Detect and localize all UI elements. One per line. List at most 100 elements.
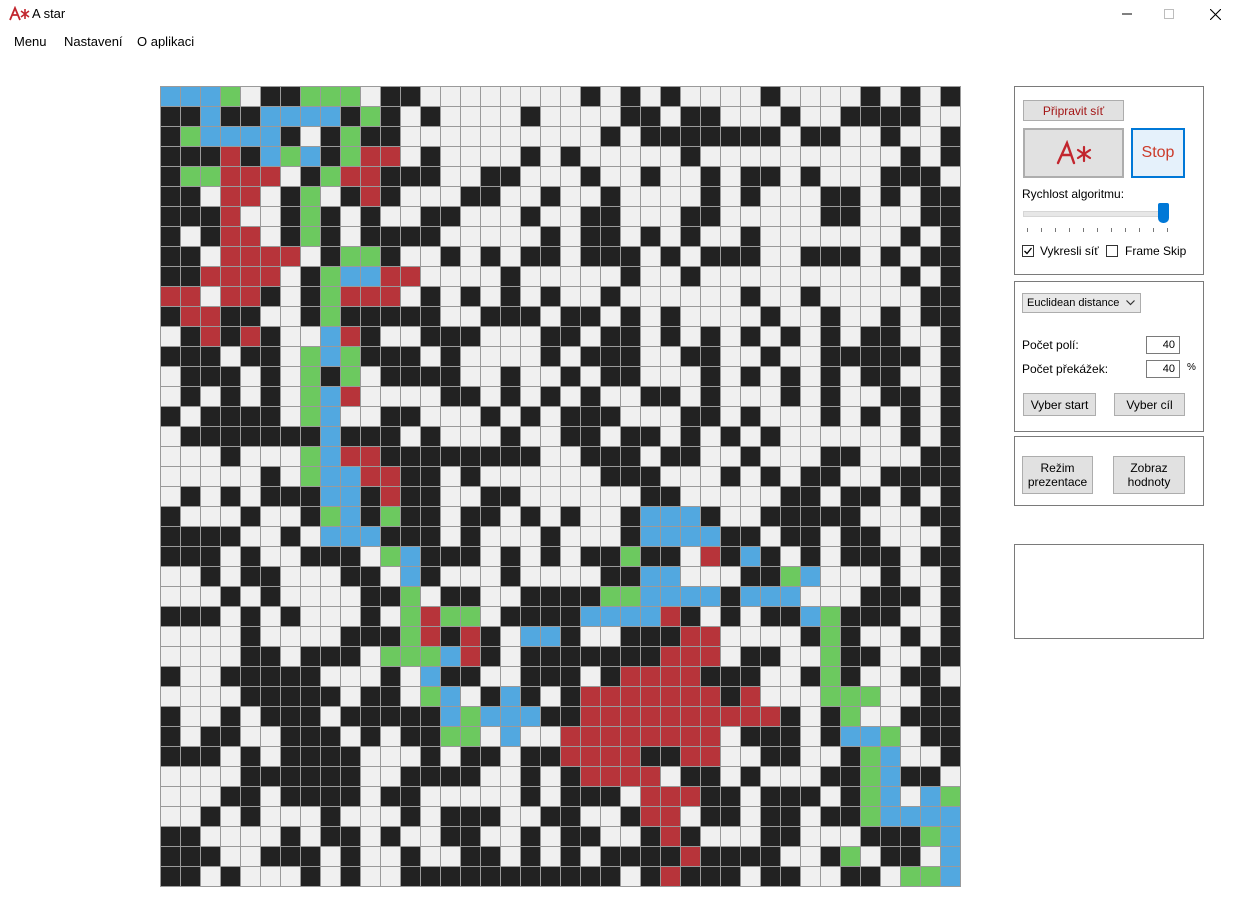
empty-cell[interactable] (721, 307, 740, 326)
empty-cell[interactable] (241, 707, 260, 726)
wall-cell[interactable] (181, 347, 200, 366)
empty-cell[interactable] (701, 487, 720, 506)
wall-cell[interactable] (761, 307, 780, 326)
empty-cell[interactable] (221, 607, 240, 626)
wall-cell[interactable] (941, 727, 960, 746)
empty-cell[interactable] (641, 287, 660, 306)
wall-cell[interactable] (701, 767, 720, 786)
empty-cell[interactable] (621, 147, 640, 166)
empty-cell[interactable] (601, 167, 620, 186)
wall-cell[interactable] (781, 327, 800, 346)
empty-cell[interactable] (701, 267, 720, 286)
empty-cell[interactable] (361, 407, 380, 426)
empty-cell[interactable] (461, 407, 480, 426)
wall-cell[interactable] (801, 467, 820, 486)
wall-cell[interactable] (201, 147, 220, 166)
wall-cell[interactable] (941, 387, 960, 406)
wall-cell[interactable] (541, 547, 560, 566)
wall-cell[interactable] (881, 847, 900, 866)
wall-cell[interactable] (301, 787, 320, 806)
empty-cell[interactable] (501, 847, 520, 866)
empty-cell[interactable] (441, 287, 460, 306)
empty-cell[interactable] (381, 807, 400, 826)
wall-cell[interactable] (441, 447, 460, 466)
path-cell[interactable] (221, 127, 240, 146)
empty-cell[interactable] (661, 767, 680, 786)
open-cell[interactable] (301, 447, 320, 466)
closed-cell[interactable] (741, 687, 760, 706)
path-cell[interactable] (321, 447, 340, 466)
wall-cell[interactable] (881, 127, 900, 146)
wall-cell[interactable] (181, 207, 200, 226)
empty-cell[interactable] (821, 827, 840, 846)
wall-cell[interactable] (741, 227, 760, 246)
empty-cell[interactable] (481, 527, 500, 546)
empty-cell[interactable] (241, 447, 260, 466)
empty-cell[interactable] (541, 407, 560, 426)
empty-cell[interactable] (201, 247, 220, 266)
empty-cell[interactable] (441, 847, 460, 866)
wall-cell[interactable] (241, 427, 260, 446)
closed-cell[interactable] (641, 727, 660, 746)
wall-cell[interactable] (281, 767, 300, 786)
wall-cell[interactable] (321, 547, 340, 566)
wall-cell[interactable] (181, 527, 200, 546)
empty-cell[interactable] (261, 307, 280, 326)
wall-cell[interactable] (941, 287, 960, 306)
closed-cell[interactable] (361, 447, 380, 466)
empty-cell[interactable] (441, 407, 460, 426)
wall-cell[interactable] (241, 807, 260, 826)
wall-cell[interactable] (281, 427, 300, 446)
empty-cell[interactable] (841, 127, 860, 146)
wall-cell[interactable] (281, 87, 300, 106)
wall-cell[interactable] (861, 587, 880, 606)
empty-cell[interactable] (801, 807, 820, 826)
wall-cell[interactable] (821, 727, 840, 746)
wall-cell[interactable] (161, 707, 180, 726)
wall-cell[interactable] (401, 307, 420, 326)
wall-cell[interactable] (441, 247, 460, 266)
wall-cell[interactable] (561, 507, 580, 526)
closed-cell[interactable] (681, 707, 700, 726)
empty-cell[interactable] (741, 107, 760, 126)
wall-cell[interactable] (841, 767, 860, 786)
wall-cell[interactable] (901, 227, 920, 246)
empty-cell[interactable] (801, 407, 820, 426)
empty-cell[interactable] (621, 287, 640, 306)
wall-cell[interactable] (161, 347, 180, 366)
empty-cell[interactable] (741, 487, 760, 506)
empty-cell[interactable] (461, 427, 480, 446)
empty-cell[interactable] (681, 327, 700, 346)
wall-cell[interactable] (421, 867, 440, 886)
wall-cell[interactable] (781, 727, 800, 746)
wall-cell[interactable] (661, 847, 680, 866)
empty-cell[interactable] (581, 467, 600, 486)
empty-cell[interactable] (461, 487, 480, 506)
empty-cell[interactable] (261, 547, 280, 566)
empty-cell[interactable] (881, 647, 900, 666)
close-button[interactable] (1192, 0, 1238, 28)
wall-cell[interactable] (421, 427, 440, 446)
wall-cell[interactable] (421, 147, 440, 166)
wall-cell[interactable] (281, 787, 300, 806)
wall-cell[interactable] (441, 547, 460, 566)
wall-cell[interactable] (561, 627, 580, 646)
wall-cell[interactable] (181, 547, 200, 566)
wall-cell[interactable] (481, 307, 500, 326)
wall-cell[interactable] (161, 307, 180, 326)
empty-cell[interactable] (781, 847, 800, 866)
wall-cell[interactable] (601, 247, 620, 266)
empty-cell[interactable] (321, 607, 340, 626)
empty-cell[interactable] (741, 267, 760, 286)
closed-cell[interactable] (601, 707, 620, 726)
wall-cell[interactable] (201, 407, 220, 426)
wall-cell[interactable] (941, 267, 960, 286)
open-cell[interactable] (861, 747, 880, 766)
empty-cell[interactable] (601, 267, 620, 286)
wall-cell[interactable] (341, 567, 360, 586)
empty-cell[interactable] (741, 827, 760, 846)
empty-cell[interactable] (601, 527, 620, 546)
empty-cell[interactable] (721, 387, 740, 406)
empty-cell[interactable] (781, 207, 800, 226)
wall-cell[interactable] (481, 407, 500, 426)
